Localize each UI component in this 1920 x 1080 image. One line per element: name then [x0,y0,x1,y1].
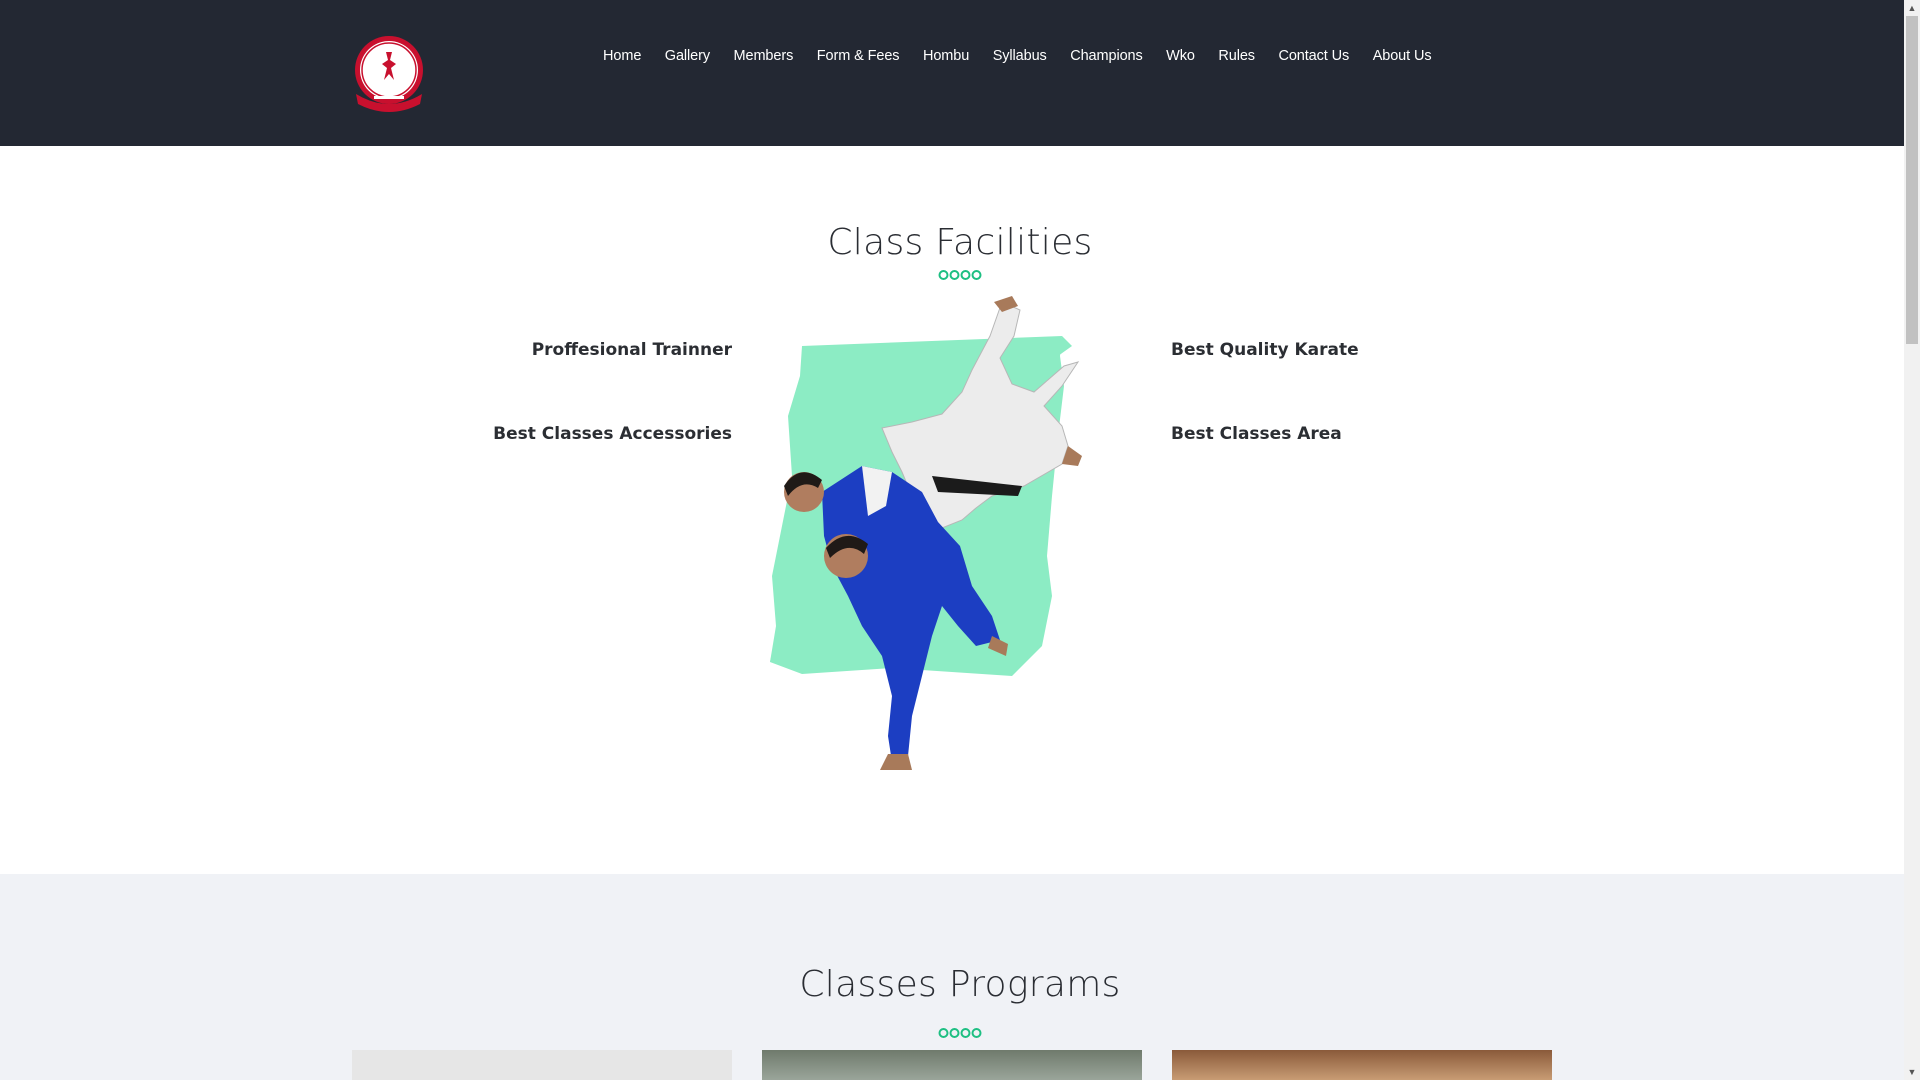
nav-syllabus[interactable]: Syllabus [993,48,1047,64]
nav-contact-us[interactable]: Contact Us [1278,48,1349,64]
site-logo[interactable] [350,34,428,112]
nav-rules[interactable]: Rules [1218,48,1255,64]
site-header: Home Gallery Members Form & Fees Hombu S… [0,0,1904,146]
feature-best-quality-karate: Best Quality Karate [1171,340,1359,360]
feature-best-classes-accessories: Best Classes Accessories [493,424,732,444]
nav-champions[interactable]: Champions [1070,48,1143,64]
scrollbar-thumb[interactable] [1906,16,1918,344]
program-card-1[interactable] [352,1050,732,1080]
nav-wko[interactable]: Wko [1166,48,1195,64]
program-card-3[interactable] [1172,1050,1552,1080]
nav-about-us[interactable]: About Us [1373,48,1432,64]
main-nav: Home Gallery Members Form & Fees Hombu S… [603,48,1455,64]
feature-best-classes-area: Best Classes Area [1171,424,1342,444]
judo-throw-image [770,296,1082,770]
scroll-up-arrow-icon[interactable]: ▲ [1904,0,1920,16]
club-seal-logo-icon [355,36,423,112]
program-card-2[interactable] [762,1050,1142,1080]
nav-gallery[interactable]: Gallery [665,48,710,64]
programs-title: Classes Programs [799,964,1121,1005]
nav-form-fees[interactable]: Form & Fees [817,48,900,64]
nav-members[interactable]: Members [734,48,794,64]
title-divider-dots [938,270,982,280]
programs-divider-dots [938,1028,982,1038]
nav-home[interactable]: Home [603,48,641,64]
facilities-title: Class Facilities [827,222,1093,263]
scroll-down-arrow-icon[interactable]: ▼ [1904,1064,1920,1080]
feature-professional-trainer: Proffesional Trainner [531,340,732,360]
nav-hombu[interactable]: Hombu [923,48,969,64]
